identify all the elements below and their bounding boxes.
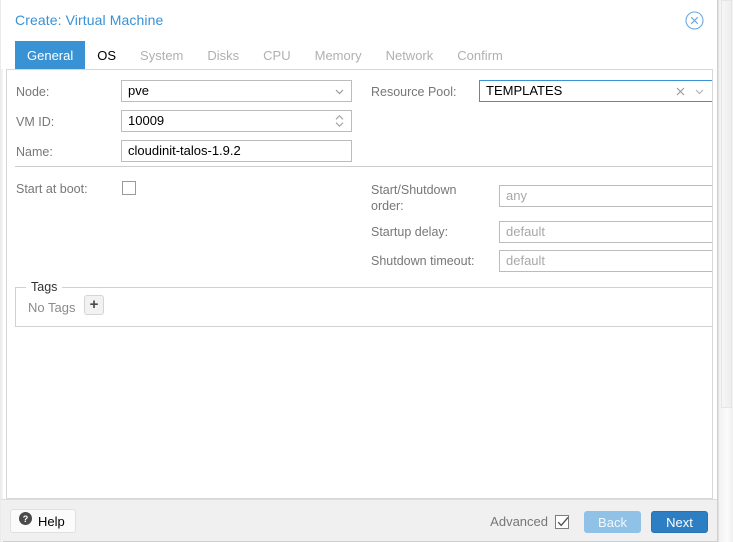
help-button[interactable]: ? Help: [10, 509, 76, 533]
help-button-label: Help: [38, 513, 65, 529]
tags-legend: Tags: [26, 280, 63, 294]
next-button[interactable]: Next: [651, 511, 708, 533]
node-value: pve: [128, 83, 149, 98]
vmid-label: VM ID:: [16, 115, 55, 129]
startup-order-label: Start/Shutdown order:: [371, 183, 457, 213]
dialog-footer: ? Help Advanced Back Next: [1, 499, 717, 541]
clear-x-icon[interactable]: [670, 81, 690, 101]
startup-order-input[interactable]: any: [499, 185, 712, 207]
svg-text:?: ?: [23, 514, 29, 524]
tab-system[interactable]: System: [128, 41, 195, 69]
tab-disks[interactable]: Disks: [195, 41, 251, 69]
name-value: cloudinit-talos-1.9.2: [128, 143, 241, 158]
name-label: Name:: [16, 145, 53, 159]
chevron-down-icon[interactable]: [689, 81, 709, 101]
advanced-toggle[interactable]: Advanced: [490, 514, 569, 529]
create-vm-dialog: Create: Virtual Machine General OS Syste…: [0, 0, 718, 542]
question-circle-icon: ?: [19, 512, 32, 530]
dialog-title: Create: Virtual Machine: [15, 12, 164, 28]
dialog-titlebar: Create: Virtual Machine: [1, 0, 717, 41]
vmid-value: 10009: [128, 113, 165, 128]
resource-pool-select[interactable]: TEMPLATES: [479, 80, 712, 102]
page-scrollbar-thumb[interactable]: [721, 0, 732, 408]
vmid-stepper[interactable]: 10009: [121, 110, 352, 132]
start-at-boot-checkbox[interactable]: [122, 181, 136, 195]
resource-pool-value: TEMPLATES: [486, 83, 563, 98]
plus-icon[interactable]: +: [84, 295, 104, 315]
back-button[interactable]: Back: [584, 511, 641, 533]
startup-delay-placeholder: default: [506, 224, 546, 239]
tab-general[interactable]: General: [15, 41, 86, 69]
page-scrollbar[interactable]: [718, 0, 733, 542]
startup-order-placeholder: any: [506, 188, 527, 203]
startup-delay-input[interactable]: default: [499, 221, 712, 243]
chevron-down-icon[interactable]: [329, 81, 349, 101]
node-select[interactable]: pve: [121, 80, 352, 102]
tag-add-label: +: [89, 296, 99, 313]
advanced-label: Advanced: [490, 514, 548, 529]
general-tab-panel: Node: pve VM ID: 10009 Name: cloudinit-t…: [6, 69, 713, 499]
tab-os[interactable]: OS: [85, 41, 128, 69]
shutdown-timeout-input[interactable]: default: [499, 250, 712, 272]
resource-pool-label: Resource Pool:: [371, 85, 457, 99]
tags-empty-text: No Tags: [28, 300, 76, 315]
startup-delay-label: Startup delay:: [371, 225, 449, 239]
advanced-checkbox[interactable]: [555, 514, 569, 529]
section-divider: [15, 166, 712, 167]
wizard-tabbar: General OS System Disks CPU Memory Netwo…: [1, 41, 717, 69]
name-input[interactable]: cloudinit-talos-1.9.2: [121, 140, 352, 162]
tab-cpu[interactable]: CPU: [251, 41, 302, 69]
tags-fieldset: Tags No Tags +: [15, 280, 712, 327]
shutdown-timeout-placeholder: default: [506, 253, 546, 268]
spinner-updown-icon[interactable]: [329, 111, 349, 131]
start-at-boot-label: Start at boot:: [16, 182, 88, 196]
close-circle-icon[interactable]: [685, 11, 704, 30]
node-label: Node:: [16, 85, 50, 99]
tab-confirm[interactable]: Confirm: [445, 41, 515, 69]
shutdown-timeout-label: Shutdown timeout:: [371, 254, 475, 268]
tab-memory[interactable]: Memory: [303, 41, 374, 69]
tab-network[interactable]: Network: [374, 41, 446, 69]
